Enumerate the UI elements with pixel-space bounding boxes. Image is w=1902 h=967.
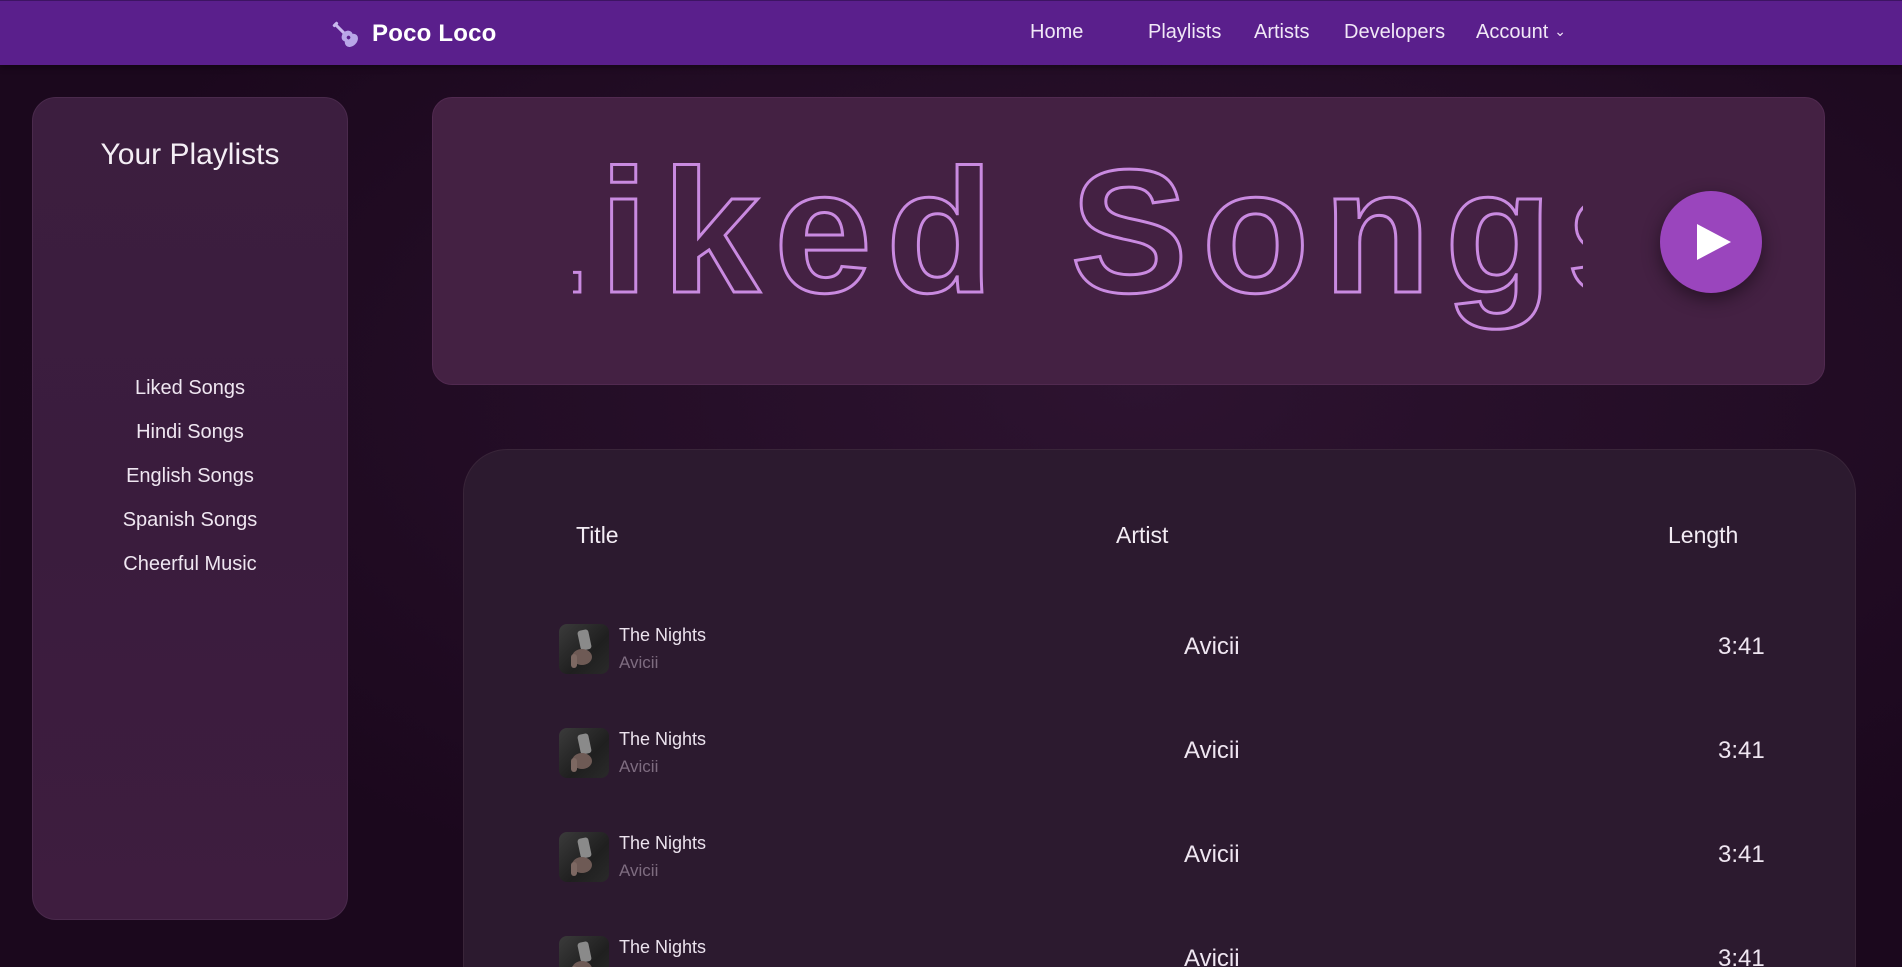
column-header-title: Title [576,522,619,548]
album-art-thumbnail [559,832,609,882]
sidebar-item-hindi-songs[interactable]: Hindi Songs [33,412,347,456]
song-length: 3:41 [1718,945,1765,967]
song-artist[interactable]: Avicii [1184,945,1240,967]
brand-name: Poco Loco [372,20,497,47]
song-title: The Nights [619,833,707,853]
playlist-hero: Liked Songs [432,97,1825,385]
nav-link-home[interactable]: Home [1030,21,1083,44]
song-title: The Nights [619,937,707,957]
brand-link[interactable]: Poco Loco [330,17,496,51]
nav-link-artists[interactable]: Artists [1254,21,1310,44]
table-row[interactable]: The Nights Avicii Avicii 3:41 [464,721,1855,785]
song-artist[interactable]: Avicii [1184,633,1240,661]
album-art-thumbnail [559,728,609,778]
nav-link-developers[interactable]: Developers [1344,21,1445,44]
playlist-list: Liked Songs Hindi Songs English Songs Sp… [33,368,347,588]
playlists-sidebar: Your Playlists Liked Songs Hindi Songs E… [32,97,348,920]
playlist-title-text: Liked Songs [573,134,1583,330]
song-length: 3:41 [1718,841,1765,868]
song-title: The Nights [619,729,707,749]
account-label: Account [1476,21,1549,43]
nav-account-dropdown[interactable]: Account ⌄ [1476,21,1566,44]
chevron-down-icon: ⌄ [1554,23,1566,39]
column-header-artist: Artist [1116,522,1169,548]
sidebar-item-english-songs[interactable]: English Songs [33,456,347,500]
playlist-title: Liked Songs [573,133,1583,332]
album-art-thumbnail [559,624,609,674]
table-row[interactable]: The NightsAviciiAvicii3:41 [464,929,1855,967]
sidebar-title: Your Playlists [100,138,280,171]
sidebar-item-spanish-songs[interactable]: Spanish Songs [33,500,347,544]
table-row[interactable]: The Nights Avicii Avicii 3:41 [464,617,1855,681]
song-artist[interactable]: Avicii [1184,841,1240,869]
column-header-length: Length [1668,522,1739,548]
songs-table: Title Artist Length The Nights Avicii Avic… [463,449,1856,967]
song-subtitle-artist: Avicii [619,757,659,776]
nav-link-playlists[interactable]: Playlists [1148,21,1221,44]
song-artist[interactable]: Avicii [1184,737,1240,765]
song-length: 3:41 [1718,633,1765,660]
song-length: 3:41 [1718,737,1765,764]
guitar-icon [332,21,358,47]
top-navbar: Poco Loco Home Playlists Artists Develop… [0,0,1902,65]
sidebar-item-cheerful-music[interactable]: Cheerful Music [33,544,347,588]
album-art-thumbnail [559,936,609,967]
play-icon [1697,224,1731,260]
song-subtitle-artist: Avicii [619,861,659,880]
song-subtitle-artist: Avicii [619,653,659,672]
song-title: The Nights [619,625,707,645]
sidebar-item-liked-songs[interactable]: Liked Songs [33,368,347,412]
play-button[interactable] [1660,191,1762,293]
table-row[interactable]: The Nights Avicii Avicii 3:41 [464,825,1855,889]
